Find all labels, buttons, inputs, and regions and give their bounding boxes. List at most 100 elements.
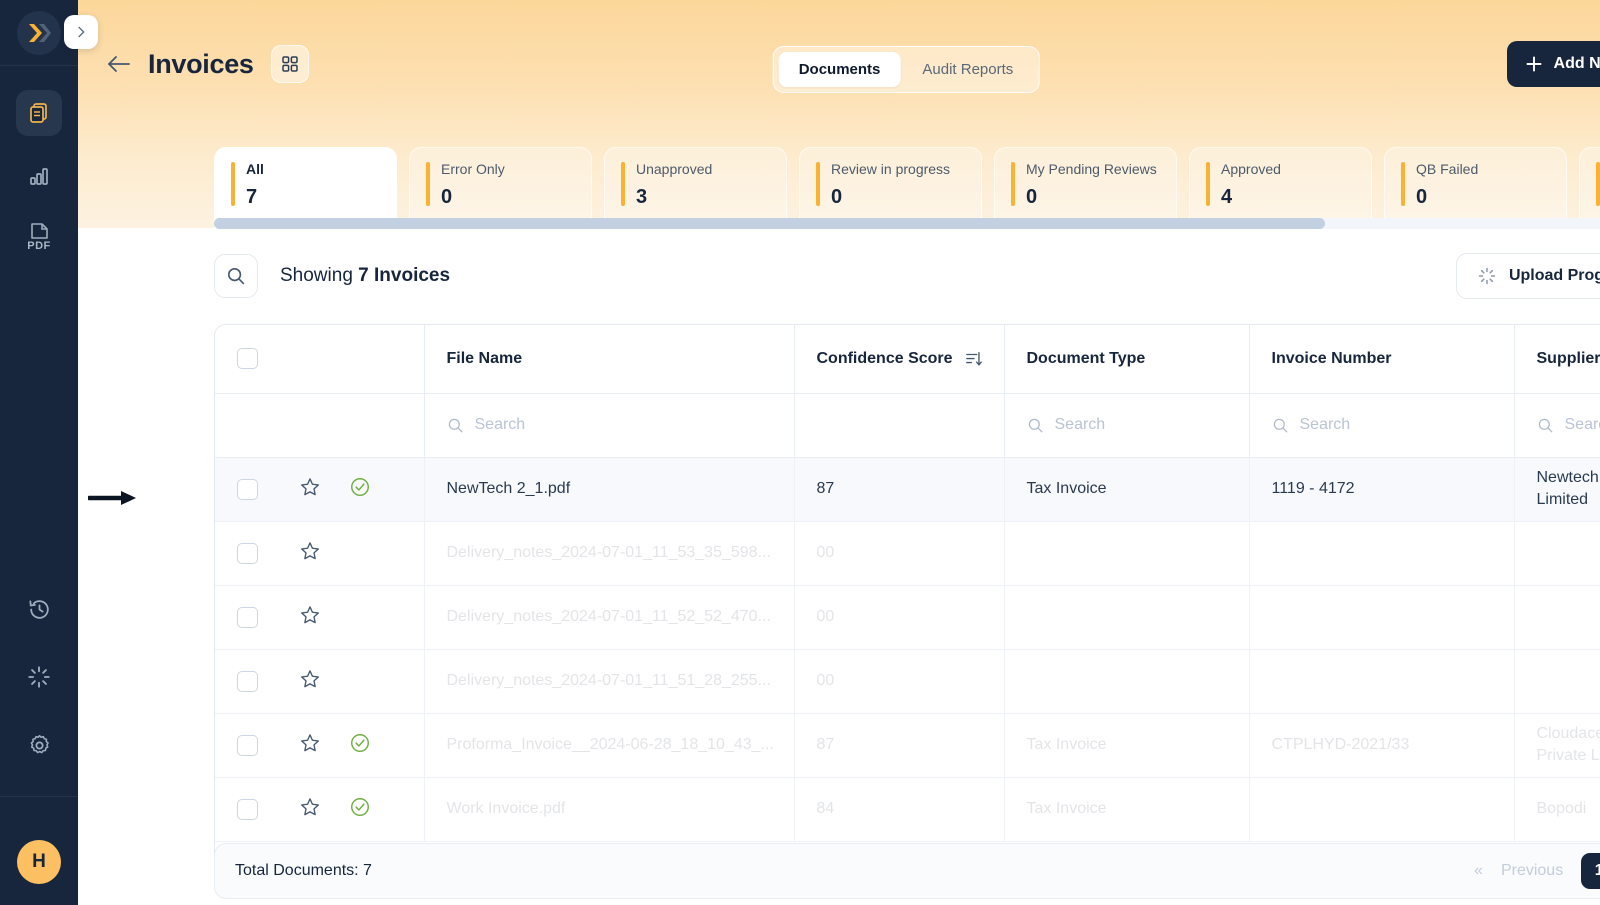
- status-tab-approved[interactable]: Approved 4: [1189, 147, 1372, 228]
- sidebar-item-pdf[interactable]: PDF: [16, 214, 62, 260]
- search-icon: [1273, 418, 1287, 432]
- search-cell-supplier-name[interactable]: Search: [1513, 393, 1600, 458]
- upload-progress-button[interactable]: Upload Progress: [1455, 253, 1600, 299]
- sidebar-item-settings[interactable]: [16, 722, 62, 768]
- column-header-document-type[interactable]: Document Type: [1003, 325, 1249, 394]
- search-icon: [1028, 418, 1042, 432]
- scrollbar-thumb[interactable]: [214, 218, 1326, 229]
- status-tab-rule-exception[interactable]: Rule Exc 0: [1579, 147, 1600, 228]
- table-row[interactable]: Delivery_notes_2024-07-01_11_52_52_470..…: [215, 585, 1600, 650]
- cell-document-type: [1003, 585, 1249, 650]
- approved-check-icon: [351, 733, 369, 752]
- cell-document-type: [1003, 521, 1249, 586]
- bar-chart-icon: [30, 168, 48, 185]
- avatar[interactable]: H: [17, 840, 61, 884]
- grid-view-button[interactable]: [270, 45, 309, 83]
- row-checkbox[interactable]: [237, 798, 258, 820]
- column-label: Invoice Number: [1271, 349, 1392, 367]
- cell-invoice-number: 1119 - 4172: [1248, 457, 1514, 522]
- app-root: PDF H Invoices Documents Audit Reports A…: [0, 0, 1600, 905]
- sidebar-item-processing[interactable]: [16, 654, 62, 700]
- row-checkbox[interactable]: [237, 734, 258, 756]
- star-header: [277, 325, 327, 394]
- row-checkbox[interactable]: [237, 478, 258, 500]
- status-tab-error-only[interactable]: Error Only 0: [409, 147, 592, 228]
- table-row[interactable]: Delivery_notes_2024-07-01_11_53_35_598..…: [215, 521, 1600, 586]
- tab-audit-reports[interactable]: Audit Reports: [902, 52, 1033, 87]
- row-status-cell: [327, 585, 424, 650]
- table-row[interactable]: Delivery_notes_2024-07-01_11_51_28_255..…: [215, 649, 1600, 714]
- status-tab-review-in-progress[interactable]: Review in progress 0: [799, 147, 982, 228]
- toolbar-actions: Upload Progress: [1455, 253, 1600, 299]
- column-header-confidence-score[interactable]: Confidence Score: [793, 325, 1004, 394]
- cell-supplier-name: Cloudace Te Private Limit: [1513, 713, 1600, 778]
- status-tab-unapproved[interactable]: Unapproved 3: [604, 147, 787, 228]
- row-checkbox-cell: [215, 457, 277, 522]
- status-tab-value: 3: [636, 186, 648, 209]
- search-icon: [228, 268, 245, 285]
- search-input-document-type[interactable]: Search: [1055, 416, 1106, 434]
- star-icon[interactable]: [299, 796, 321, 818]
- search-cell-document-type[interactable]: Search: [1003, 393, 1249, 458]
- sidebar: PDF H: [0, 0, 78, 905]
- search-input-invoice-number[interactable]: Search: [1300, 416, 1351, 434]
- search-cell-invoice-number[interactable]: Search: [1248, 393, 1514, 458]
- status-tab-my-pending-reviews[interactable]: My Pending Reviews 0: [994, 147, 1177, 228]
- sidebar-nav-top: PDF: [0, 90, 78, 260]
- status-tab-qb-failed[interactable]: QB Failed 0: [1384, 147, 1567, 228]
- cell-supplier-name: Bopodi: [1513, 777, 1600, 842]
- pagination-previous[interactable]: Previous: [1501, 862, 1563, 880]
- search-input-file-name[interactable]: Search: [475, 416, 526, 434]
- row-checkbox-cell: [215, 585, 277, 650]
- status-tab-all[interactable]: All 7: [214, 147, 397, 228]
- search-cell-confidence-score: [793, 393, 1004, 458]
- pagination-first-icon[interactable]: «: [1474, 862, 1483, 880]
- back-button[interactable]: [106, 54, 132, 74]
- search-cell-file-name[interactable]: Search: [423, 393, 794, 458]
- search-button[interactable]: [214, 254, 258, 298]
- status-tab-value: 4: [1221, 186, 1233, 209]
- pagination-page-1[interactable]: 1: [1581, 853, 1600, 889]
- cell-invoice-number: [1248, 521, 1514, 586]
- row-checkbox[interactable]: [237, 542, 258, 564]
- showing-value: 7 Invoices: [358, 265, 451, 286]
- chevron-right-icon: [78, 26, 85, 38]
- table-row[interactable]: Proforma_Invoice__2024-06-28_18_10_43_..…: [215, 713, 1600, 778]
- search-cell-empty: [277, 393, 327, 458]
- app-logo[interactable]: [17, 10, 61, 55]
- status-accent-bar: [231, 162, 235, 206]
- sidebar-collapse-button[interactable]: [64, 15, 98, 49]
- status-tab-value: 0: [831, 186, 843, 209]
- avatar-container: H: [0, 819, 78, 905]
- column-header-invoice-number[interactable]: Invoice Number: [1248, 325, 1514, 394]
- cell-document-type: Tax Invoice: [1003, 777, 1249, 842]
- table-search-row: Search Search Search Sear: [215, 393, 1600, 458]
- status-accent-bar: [1401, 162, 1405, 206]
- table-row[interactable]: NewTech 2_1.pdf 87 Tax Invoice 1119 - 41…: [215, 457, 1600, 522]
- star-icon[interactable]: [299, 540, 321, 562]
- sidebar-item-documents[interactable]: [16, 90, 62, 136]
- sidebar-item-analytics[interactable]: [16, 152, 62, 198]
- row-checkbox[interactable]: [237, 606, 258, 628]
- star-icon[interactable]: [299, 604, 321, 626]
- column-header-file-name[interactable]: File Name: [423, 325, 794, 394]
- upload-progress-label: Upload Progress: [1508, 267, 1600, 284]
- cell-document-type: Tax Invoice: [1003, 457, 1249, 522]
- star-icon[interactable]: [299, 476, 321, 498]
- star-icon[interactable]: [299, 668, 321, 690]
- sidebar-item-history[interactable]: [16, 586, 62, 632]
- table-row[interactable]: Work Invoice.pdf 84 Tax Invoice Bopodi: [215, 777, 1600, 842]
- row-checkbox-cell: [215, 649, 277, 714]
- select-all-checkbox[interactable]: [237, 348, 258, 370]
- search-input-supplier-name[interactable]: Search: [1565, 416, 1600, 434]
- column-header-supplier-name[interactable]: Supplier Nar: [1513, 325, 1600, 394]
- tab-documents[interactable]: Documents: [778, 52, 901, 87]
- add-new-button[interactable]: Add New: [1506, 41, 1600, 87]
- main-area: Invoices Documents Audit Reports Add N A…: [78, 0, 1600, 905]
- row-checkbox[interactable]: [237, 670, 258, 692]
- status-tabs-scrollbar[interactable]: [214, 218, 1600, 229]
- status-accent-bar: [1596, 162, 1600, 206]
- status-tab-label: My Pending Reviews: [1026, 161, 1157, 177]
- star-icon[interactable]: [299, 732, 321, 754]
- sort-descending-icon[interactable]: [965, 350, 983, 368]
